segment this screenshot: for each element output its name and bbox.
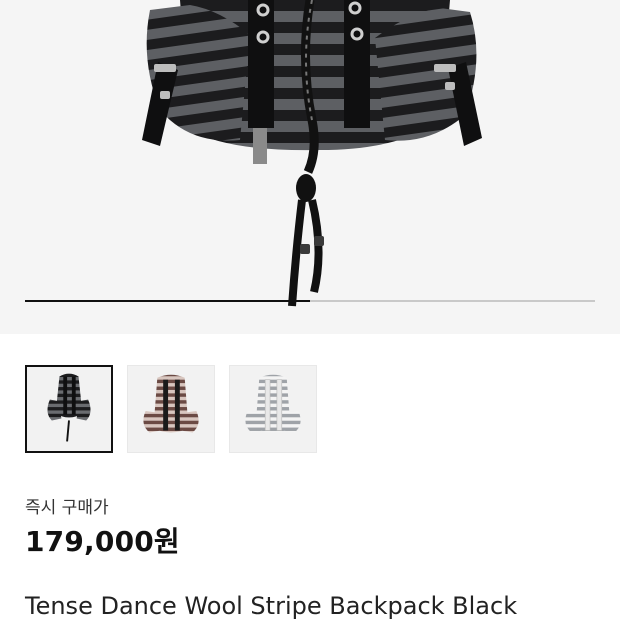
thumbnail-brown[interactable] [127,365,215,453]
backpack-main-image [142,0,482,307]
backpack-black-thumbnail-image [47,373,91,442]
thumbnail-white[interactable] [229,365,317,453]
product-image-viewer[interactable] [0,0,620,334]
thumbnail-black[interactable] [25,365,113,453]
backpack-brown-thumbnail-image [143,374,199,433]
image-slider-progress [25,300,595,302]
instant-buy-price-label: 즉시 구매가 [25,498,109,518]
image-slider-progress-fill [25,300,310,302]
product-title: Tense Dance Wool Stripe Backpack Black [25,592,518,620]
backpack-white-thumbnail-image [245,374,301,433]
price-value: 179,000원 [25,525,180,558]
